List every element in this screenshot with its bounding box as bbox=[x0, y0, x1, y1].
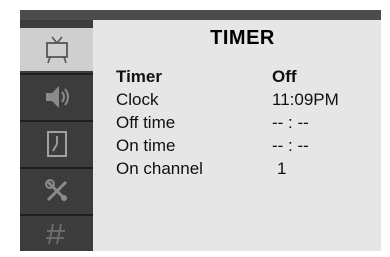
tools-icon bbox=[44, 178, 67, 201]
row-value: 11:09PM bbox=[272, 90, 339, 109]
speaker-icon bbox=[45, 85, 69, 108]
tv-icon bbox=[45, 35, 68, 63]
row-label: On channel bbox=[116, 159, 203, 178]
menu-sidebar bbox=[20, 20, 93, 251]
row-label: On time bbox=[116, 136, 176, 155]
row-label: Off time bbox=[116, 113, 176, 132]
sidebar-item-timer[interactable] bbox=[20, 122, 93, 165]
top-border-bar bbox=[20, 10, 381, 20]
timer-menu-window: TIMER Timer Off Clock 11:09PM Off time -… bbox=[20, 10, 381, 251]
clock-icon bbox=[46, 130, 67, 157]
row-label: Clock bbox=[116, 90, 159, 109]
sidebar-item-picture[interactable] bbox=[20, 28, 93, 71]
row-value: 1 bbox=[277, 159, 287, 178]
sidebar-item-setup[interactable] bbox=[20, 169, 93, 212]
sidebar-item-sound[interactable] bbox=[20, 75, 93, 118]
row-value: -- : -- bbox=[272, 113, 309, 132]
channel-icon bbox=[45, 223, 65, 244]
sidebar-item-channel[interactable] bbox=[20, 216, 93, 251]
panel-title: TIMER bbox=[210, 26, 275, 49]
row-value: -- : -- bbox=[272, 136, 309, 155]
row-label: Timer bbox=[116, 67, 162, 86]
row-value: Off bbox=[272, 67, 297, 86]
